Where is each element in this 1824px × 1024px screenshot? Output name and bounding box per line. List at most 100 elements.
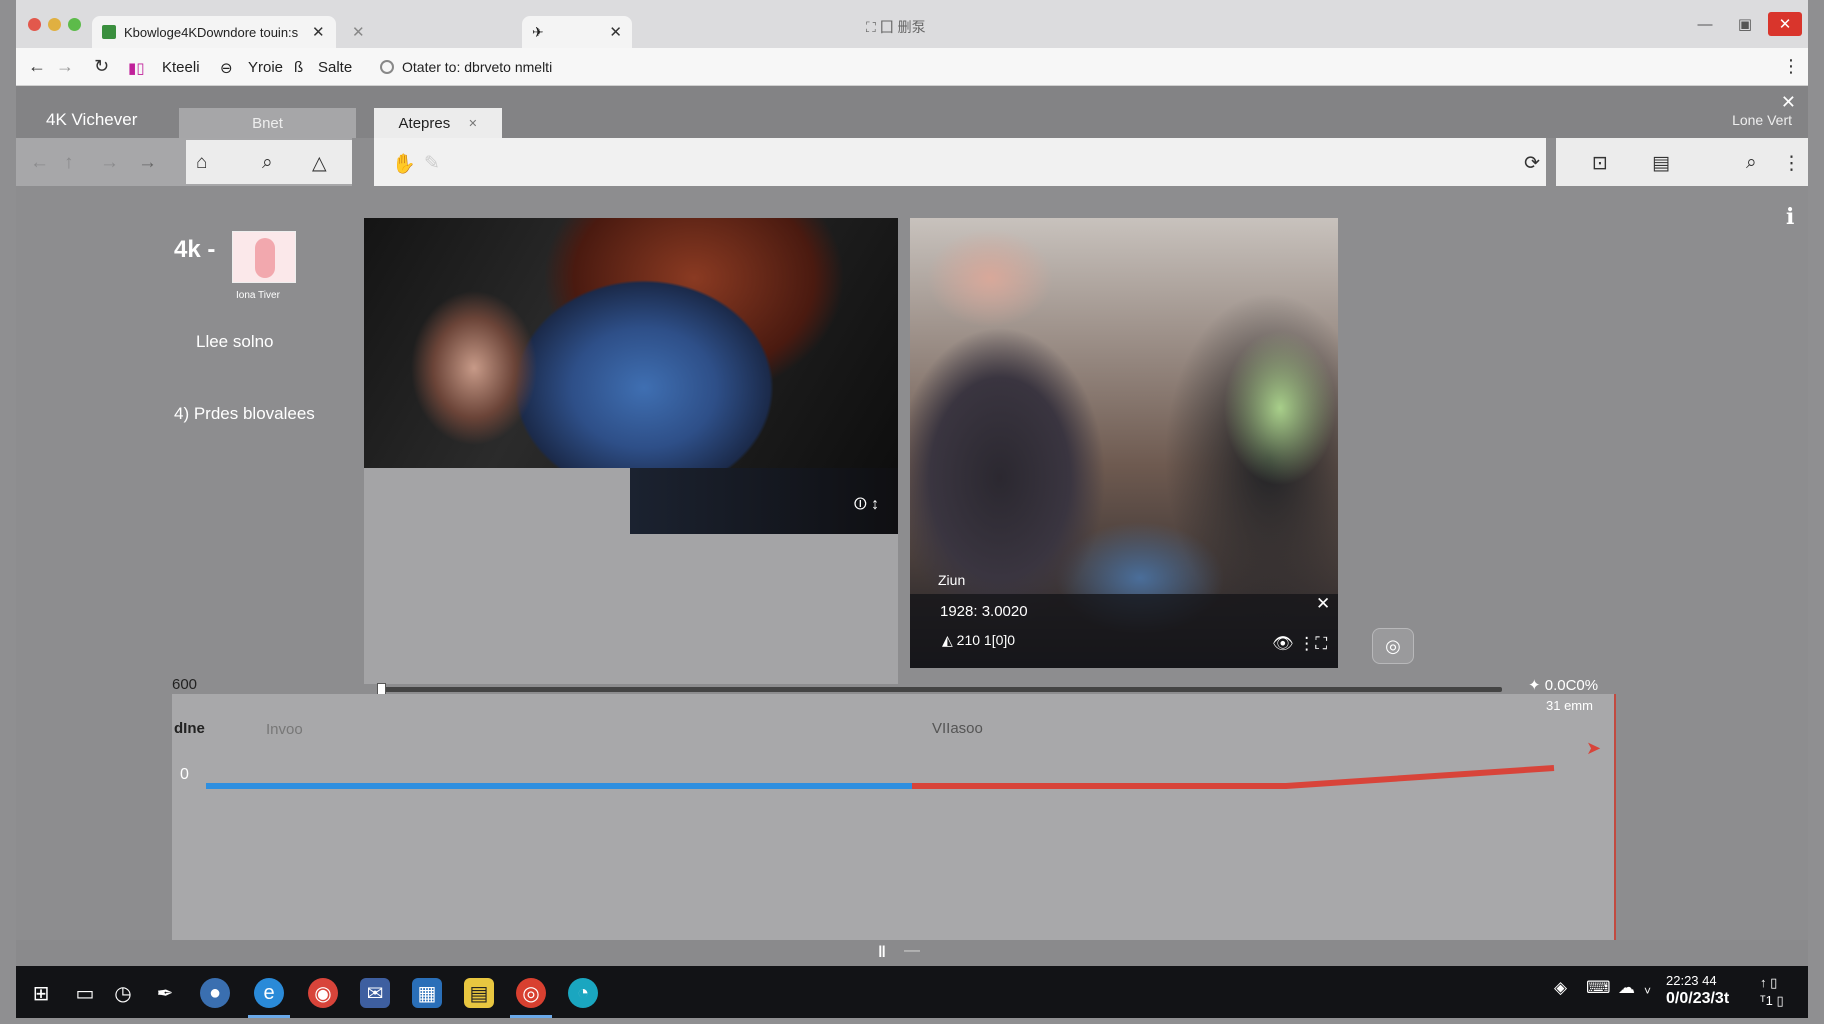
app-header: 4K Vichever Bnet Atepres ✕ Lone Vert ✕ bbox=[16, 86, 1808, 138]
tray-shield-icon[interactable]: ◈ bbox=[1554, 978, 1567, 998]
toolbar-main: ✋ ✎ ⟳ bbox=[374, 138, 1546, 186]
timeline-label-right: 31 emm bbox=[1546, 698, 1593, 713]
folder-icon[interactable]: ▤ bbox=[464, 978, 494, 1008]
list-icon[interactable]: ▤ bbox=[1652, 152, 1670, 175]
app-tab-1[interactable]: Bnet bbox=[179, 108, 356, 138]
close-tab-icon[interactable]: ✕ bbox=[312, 23, 325, 41]
share-icon[interactable]: ⟳ bbox=[1524, 152, 1540, 175]
browser-tab-3[interactable]: ✈ ✕ bbox=[522, 16, 632, 48]
close-dot-icon[interactable] bbox=[28, 18, 41, 31]
minus-icon[interactable]: — bbox=[904, 942, 920, 960]
timeline-zero-label: 0 bbox=[180, 766, 189, 783]
app-tab-2[interactable]: Atepres ✕ bbox=[374, 108, 502, 138]
timeline-panel[interactable]: dIne Invoo VIIasoo 31 emm 0 ➤ bbox=[172, 694, 1616, 940]
video2-controls[interactable]: 👁 ⋮⛶ bbox=[1272, 634, 1327, 654]
app-name: 4K Vichever bbox=[46, 110, 138, 129]
search-icon[interactable]: ⌕ bbox=[262, 152, 273, 174]
browser-menu-icon[interactable]: ⋮ bbox=[1782, 56, 1800, 77]
edge-icon[interactable]: e bbox=[248, 978, 290, 1018]
browser-tab-1[interactable]: Kbowloge4KDowndore touin:s ✕ bbox=[92, 16, 336, 48]
close-app-tab-icon[interactable]: ✕ bbox=[468, 117, 477, 130]
clock-time: 22:23 44 bbox=[1666, 973, 1717, 988]
timeline-label-center: VIIasoo bbox=[932, 720, 983, 737]
scrubber-left-label: 600 bbox=[172, 676, 198, 693]
forward-icon[interactable]: → bbox=[56, 56, 74, 77]
triangle-icon[interactable]: △ bbox=[312, 152, 327, 175]
sidebar-item-2[interactable]: 4) Prdes blovalees bbox=[174, 404, 315, 424]
system-clock[interactable]: 22:23 44 0/0/23/3t bbox=[1666, 972, 1729, 1008]
clock-app-icon[interactable]: ◷ bbox=[108, 978, 138, 1008]
bookmark-globe-icon: ⊖ bbox=[220, 60, 233, 77]
mail-icon[interactable]: ✉ bbox=[360, 978, 390, 1008]
minimize-window-icon[interactable]: — bbox=[1688, 12, 1722, 36]
site-info-icon[interactable] bbox=[380, 60, 394, 74]
teal-app-icon[interactable]: ◔ bbox=[568, 978, 598, 1008]
search-icon[interactable]: ⌕ bbox=[1746, 152, 1757, 174]
start-windows-icon[interactable]: ⊞ bbox=[26, 978, 56, 1008]
close-tab-icon[interactable]: ✕ bbox=[352, 23, 365, 41]
restore-window-icon[interactable]: ▣ bbox=[1728, 12, 1762, 36]
taskbar: ⊞ ▭ ◷ ✒ ● e ◉ ✉ ▦ ▤ ◎ ◔ ◈ ⌨ ☁ ˅ 22:23 44… bbox=[16, 966, 1808, 1018]
app-tab-label: Atepres bbox=[398, 114, 451, 132]
tray-network-icon[interactable]: ☁ bbox=[1618, 978, 1635, 998]
tray-extra[interactable]: ↑ ▯ ᵀ1 ▯ bbox=[1760, 974, 1784, 1010]
thumb-icon[interactable]: ✋ bbox=[392, 152, 416, 176]
pin-icon: ✈ bbox=[532, 23, 544, 40]
forward-icon[interactable]: → bbox=[100, 152, 119, 174]
back-icon[interactable]: ← bbox=[30, 152, 49, 174]
toolbar-right: ⊡ ▤ ⌕ ⋮ bbox=[1556, 138, 1808, 186]
tab-favicon-icon bbox=[102, 25, 116, 39]
timeline-graph bbox=[206, 765, 1555, 789]
info-icon[interactable]: i bbox=[1786, 204, 1794, 230]
tray-extra-2: ᵀ1 ▯ bbox=[1760, 993, 1784, 1008]
more-icon[interactable]: ⋮ bbox=[1782, 152, 1801, 175]
folder-share-icon[interactable]: ⊡ bbox=[1592, 152, 1608, 175]
back-icon[interactable]: ← bbox=[28, 56, 46, 77]
maximize-dot-icon[interactable] bbox=[68, 18, 81, 31]
tray-chevron-icon[interactable]: ˅ bbox=[1644, 984, 1651, 998]
clock-date: 0/0/23/3t bbox=[1666, 990, 1730, 1007]
toolbar-left: ← ↑ → → ⌂ ⌕ △ bbox=[16, 138, 352, 186]
browser-tab-2[interactable]: ✕ bbox=[342, 16, 462, 48]
sidebar-item-1[interactable]: Llee solno bbox=[196, 332, 274, 352]
bookmark-1[interactable]: Kteeli bbox=[162, 59, 200, 76]
close-tab-icon[interactable]: ✕ bbox=[609, 23, 622, 41]
close-window-icon[interactable]: ✕ bbox=[1768, 12, 1802, 36]
tray-chat-icon[interactable]: ⌨ bbox=[1586, 978, 1611, 998]
bookmark-sep-icon: ß bbox=[294, 59, 304, 76]
window-app-icon[interactable]: ▦ bbox=[412, 978, 442, 1008]
address-text: Otater to: dbrveto nmelti bbox=[402, 59, 553, 75]
reload-icon[interactable]: ↻ bbox=[94, 56, 109, 77]
video2-rate-text: 210 1[0]0 bbox=[956, 632, 1016, 648]
next-icon[interactable]: → bbox=[138, 152, 157, 174]
video1-control[interactable]: ⏼ ↕ bbox=[854, 496, 879, 514]
bookmark-icon: ▮▯ bbox=[128, 60, 145, 77]
app-top-right-text[interactable]: Lone Vert bbox=[1732, 112, 1792, 128]
chrome-icon[interactable]: ◉ bbox=[308, 978, 338, 1008]
pause-icon[interactable]: ‖ bbox=[878, 944, 886, 962]
minimize-dot-icon[interactable] bbox=[48, 18, 61, 31]
browser-navbar: ← → ↻ ▮▯ Kteeli ⊖ Yroie ß Salte Otater t… bbox=[16, 48, 1808, 86]
up-icon[interactable]: ↑ bbox=[64, 152, 74, 174]
video-frame-1[interactable] bbox=[364, 218, 898, 468]
feather-app-icon[interactable]: ✒ bbox=[150, 978, 180, 1008]
scrubber-right-label: ✦ 0.0C0% bbox=[1528, 677, 1599, 694]
close-app-icon[interactable]: ✕ bbox=[1781, 92, 1796, 113]
snapshot-button[interactable]: ◎ bbox=[1372, 628, 1414, 664]
bookmark-3[interactable]: Salte bbox=[318, 59, 352, 76]
app-icon-blue[interactable]: ● bbox=[200, 978, 230, 1008]
video2-label: Ziun bbox=[938, 572, 966, 588]
playback-bar: ‖ — bbox=[16, 940, 1808, 966]
address-bar[interactable]: Otater to: dbrveto nmelti bbox=[380, 54, 1760, 80]
pin-icon[interactable]: ✎ bbox=[424, 152, 440, 175]
app-toolbar: ← ↑ → → ⌂ ⌕ △ ✋ ✎ ⟳ ⊡ ▤ ⌕ ⋮ bbox=[16, 138, 1808, 186]
bookmark-2[interactable]: Yroie bbox=[248, 59, 283, 76]
scrubber-track[interactable] bbox=[380, 687, 1502, 692]
4k-app-icon[interactable]: ◎ bbox=[510, 978, 552, 1018]
close-video2-icon[interactable]: ✕ bbox=[1316, 594, 1330, 614]
home-icon[interactable]: ⌂ bbox=[196, 152, 207, 174]
task-view-icon[interactable]: ▭ bbox=[70, 978, 100, 1008]
timeline-label-sub: Invoo bbox=[266, 721, 303, 738]
timeline-end-marker-icon[interactable]: ➤ bbox=[1586, 738, 1601, 759]
profile-thumbnail[interactable] bbox=[232, 231, 296, 283]
